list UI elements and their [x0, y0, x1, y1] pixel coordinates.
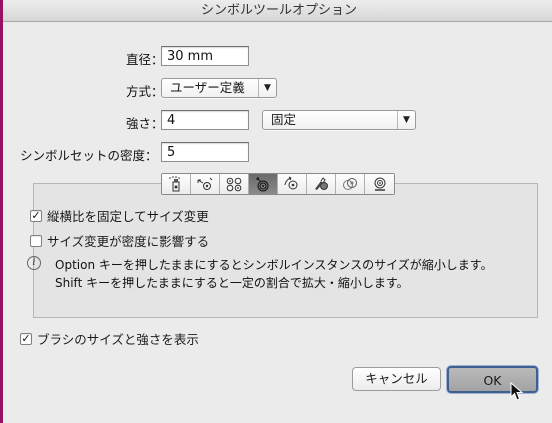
symbol-shifter-tool-icon[interactable] [191, 174, 220, 194]
dialog-title: シンボルツールオプション [3, 0, 552, 22]
symbol-styler-tool-icon[interactable] [365, 174, 394, 194]
info-text-line2: Shift キーを押したままにすると一定の割合で拡大・縮小します。 [55, 276, 409, 290]
tool-options-group [33, 183, 538, 318]
show-brush-size-checkbox[interactable]: ✓ ブラシのサイズと強さを表示 [20, 329, 199, 348]
method-label: 方式： [126, 84, 164, 99]
dropdown-arrow-icon: ▼ [258, 79, 276, 97]
symbol-spinner-tool-icon[interactable] [278, 174, 307, 194]
intensity-label: 強さ： [126, 116, 164, 131]
symbol-tool-options-dialog: シンボルツールオプション 直径： 30 mm 方式： ユーザー定義 ▼ 強さ： … [0, 0, 552, 423]
proportional-resize-checkbox[interactable]: ✓ 縦横比を固定してサイズ変更 [30, 206, 209, 225]
method-select-value: ユーザー定義 [170, 80, 245, 95]
checkbox-checked-icon: ✓ [30, 208, 42, 222]
symbol-sprayer-tool-icon[interactable] [162, 174, 191, 194]
intensity-field[interactable]: 4 [161, 110, 249, 130]
dropdown-arrow-icon: ▼ [397, 111, 415, 129]
checkbox-checked-icon: ✓ [20, 331, 32, 345]
symbol-stainer-tool-icon[interactable] [307, 174, 336, 194]
intensity-mode-value: 固定 [271, 112, 297, 127]
symbol-screener-tool-icon[interactable] [336, 174, 365, 194]
symbol-scruncher-tool-icon[interactable] [220, 174, 249, 194]
intensity-mode-select[interactable]: 固定 ▼ [262, 110, 416, 130]
ok-button[interactable]: OK [447, 366, 538, 393]
density-label: シンボルセットの密度： [20, 148, 158, 163]
method-select[interactable]: ユーザー定義 ▼ [161, 78, 277, 98]
diameter-label: 直径： [126, 52, 164, 67]
resize-affects-density-label: サイズ変更が密度に影響する [47, 234, 210, 249]
symbol-tool-selector [161, 173, 395, 195]
density-field[interactable]: 5 [161, 142, 249, 162]
proportional-resize-label: 縦横比を固定してサイズ変更 [47, 209, 209, 224]
symbol-sizer-tool-icon[interactable] [249, 174, 278, 194]
info-text-line1: Option キーを押したままにするとシンボルインスタンスのサイズが縮小します。 [55, 258, 493, 272]
info-icon: i [27, 256, 41, 270]
checkbox-unchecked-icon [30, 234, 42, 247]
show-brush-size-label: ブラシのサイズと強さを表示 [37, 332, 199, 347]
cancel-button[interactable]: キャンセル [352, 367, 441, 391]
mouse-cursor-icon [510, 382, 524, 401]
resize-affects-density-checkbox[interactable]: サイズ変更が密度に影響する [30, 231, 209, 250]
diameter-field[interactable]: 30 mm [161, 46, 249, 66]
